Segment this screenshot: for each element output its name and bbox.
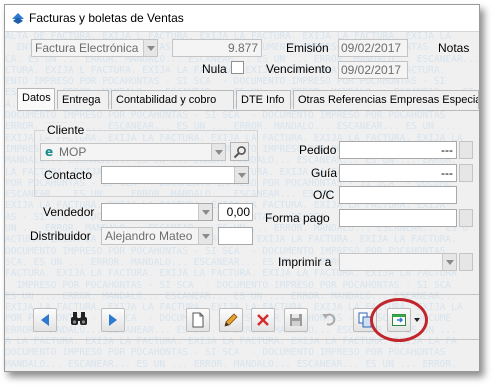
imprimir-label: Imprimir a [278, 255, 332, 269]
guia-lookup-button[interactable] [459, 164, 473, 182]
pedido-field[interactable]: --- [339, 141, 457, 159]
chevron-down-icon[interactable] [198, 204, 212, 220]
vencimiento-date-field[interactable]: 09/02/2017 [338, 61, 408, 79]
oc-label: O/C [313, 188, 335, 202]
chevron-down-icon[interactable] [211, 144, 225, 160]
binoculars-icon [71, 312, 87, 325]
distribuidor-select[interactable]: Alejandro Mateo [101, 227, 213, 245]
cliente-group [34, 130, 258, 197]
tab-entrega[interactable]: Entrega [57, 90, 109, 109]
distribuidor-value: Alejandro Mateo [105, 229, 193, 243]
save-button[interactable] [284, 308, 308, 332]
tab-datos[interactable]: Datos [17, 88, 55, 110]
new-button[interactable] [186, 308, 210, 332]
notas-label: Notas [438, 41, 470, 55]
new-document-icon [192, 312, 204, 328]
undo-icon [322, 313, 336, 326]
tab-otras-referencias[interactable]: Otras Referencias Empresas Especial [293, 90, 479, 109]
doc-type-select[interactable]: Factura Electrónica [31, 39, 158, 57]
contacto-select[interactable] [101, 166, 249, 184]
emision-date-field[interactable]: 09/02/2017 [338, 39, 408, 57]
forma-pago-lookup-button[interactable] [459, 209, 473, 227]
tab-dte-info[interactable]: DTE Info [236, 90, 291, 109]
search-button[interactable] [230, 142, 249, 161]
save-icon [290, 314, 302, 326]
pedido-label: Pedido [299, 143, 337, 157]
chevron-down-icon[interactable] [234, 167, 248, 183]
title-bar: Facturas y boletas de Ventas [5, 5, 479, 32]
pencil-icon [224, 313, 238, 327]
vendedor-label: Vendedor [43, 205, 95, 219]
emision-label: Emisión [286, 41, 329, 55]
nula-checkbox[interactable] [231, 61, 244, 74]
search-icon [233, 145, 247, 162]
vencimiento-label: Vencimiento [266, 62, 332, 76]
highlight-circle [370, 298, 428, 342]
distribuidor-extra-field[interactable] [218, 227, 253, 245]
nula-label: Nula [202, 62, 227, 76]
oc-field[interactable] [339, 186, 457, 204]
doc-number-field[interactable]: 9.877 [172, 39, 262, 57]
delete-x-icon [257, 314, 269, 326]
delete-button[interactable] [251, 308, 275, 332]
edit-button[interactable] [219, 308, 243, 332]
window-title: Facturas y boletas de Ventas [29, 11, 184, 25]
imprimir-option-button[interactable] [459, 253, 473, 271]
previous-button[interactable] [33, 308, 57, 332]
vendedor-amount-field[interactable]: 0,00 [218, 203, 253, 221]
cliente-value: MOP [59, 145, 87, 159]
guia-label: Guía [311, 166, 338, 180]
chevron-down-icon[interactable] [442, 254, 456, 270]
distribuidor-label: Distribuidor [30, 229, 91, 243]
status-bar [5, 339, 479, 371]
e-logo-icon: e [44, 145, 57, 159]
find-button[interactable] [67, 308, 91, 332]
next-button[interactable] [101, 308, 125, 332]
tab-strip: Datos Entrega Contabilidad y cobro DTE I… [17, 88, 479, 111]
contacto-label: Contacto [44, 168, 93, 182]
vendedor-select[interactable] [101, 203, 213, 221]
guia-field[interactable]: --- [339, 164, 457, 182]
chevron-down-icon[interactable] [198, 228, 212, 244]
cliente-group-label: Cliente [45, 123, 87, 137]
toolbar [5, 294, 479, 342]
cliente-select[interactable]: e MOP [40, 143, 226, 161]
forma-pago-select[interactable] [339, 209, 457, 227]
svg-text:e: e [45, 145, 53, 158]
pedido-lookup-button[interactable] [459, 141, 473, 159]
arrow-right-icon [109, 314, 117, 326]
app-logo-icon [11, 11, 25, 25]
doc-type-value: Factura Electrónica [35, 41, 139, 55]
chevron-down-icon[interactable] [143, 40, 157, 56]
arrow-left-icon [41, 314, 49, 326]
tab-contabilidad[interactable]: Contabilidad y cobro [111, 90, 234, 109]
invoice-window: Facturas y boletas de Ventas ALTA DE FAC… [4, 4, 480, 372]
forma-pago-label: Forma pago [265, 211, 330, 225]
imprimir-select[interactable] [339, 253, 457, 271]
undo-button[interactable] [318, 308, 342, 332]
